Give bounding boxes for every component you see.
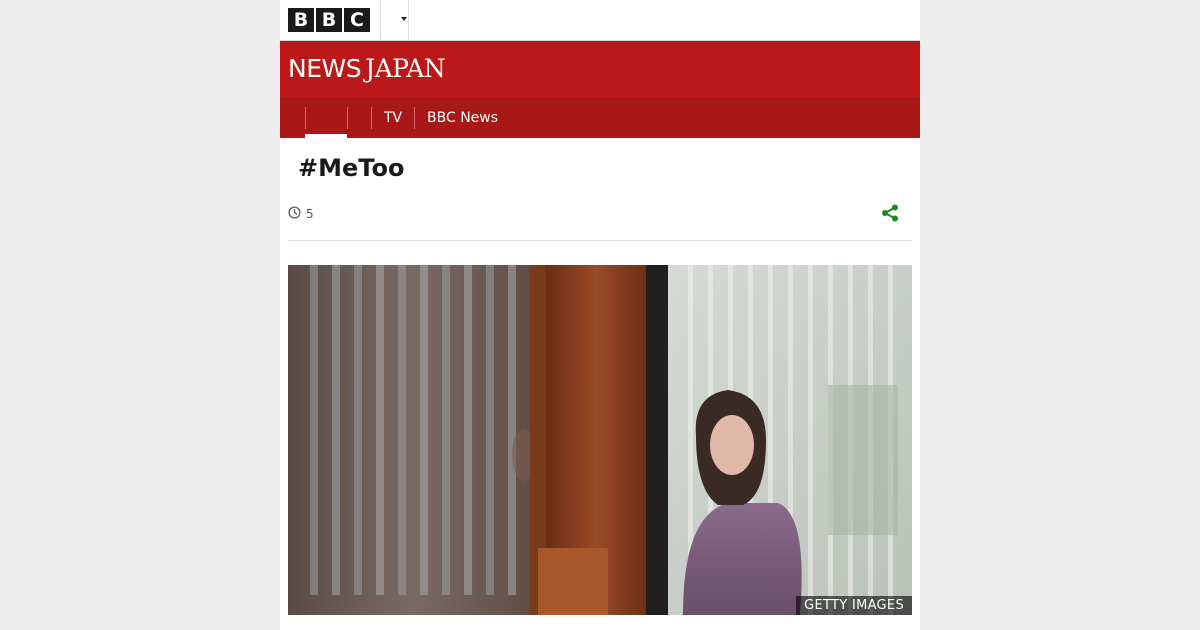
nav-active-indicator	[305, 134, 347, 138]
article-meta: 5	[288, 205, 314, 223]
clock-icon	[288, 206, 301, 222]
section-nav: TV BBC News	[280, 97, 920, 138]
bbc-logo-letter: C	[344, 8, 370, 32]
image-credit: GETTY IMAGES	[796, 596, 912, 615]
nav-divider	[414, 107, 415, 129]
topbar-divider	[380, 0, 381, 40]
topbar-divider	[408, 0, 409, 40]
page-title: #MeToo	[298, 154, 405, 182]
nav-item-bbc-news[interactable]: BBC News	[427, 109, 498, 127]
hero-image[interactable]: GETTY IMAGES	[288, 265, 912, 615]
top-bar: B B C	[280, 0, 920, 41]
nav-divider	[347, 107, 348, 129]
masthead: NEWS JAPAN	[280, 41, 920, 97]
hero-photo	[288, 265, 912, 615]
page: B B C NEWS JAPAN TV BBC News #MeToo 5 GE…	[280, 0, 920, 630]
brand-region: JAPAN	[365, 54, 446, 83]
bbc-logo-letter: B	[288, 8, 314, 32]
read-time: 5	[306, 207, 314, 221]
nav-divider	[371, 107, 372, 129]
nav-item-home[interactable]	[305, 107, 347, 138]
meta-divider	[288, 240, 912, 241]
bbc-logo[interactable]: B B C	[288, 8, 370, 32]
brand-news: NEWS	[288, 54, 362, 83]
nav-item-tv[interactable]: TV	[384, 109, 402, 127]
nav-item-2[interactable]	[355, 109, 369, 127]
news-japan-logo[interactable]: NEWS JAPAN	[288, 54, 446, 84]
share-icon[interactable]	[880, 203, 900, 223]
chevron-down-icon[interactable]	[401, 14, 407, 26]
bbc-logo-letter: B	[316, 8, 342, 32]
